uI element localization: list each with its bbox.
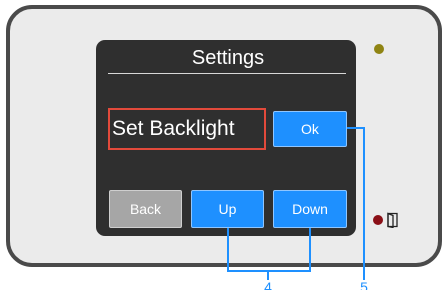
- title-divider: [108, 73, 346, 74]
- back-button[interactable]: Back: [109, 190, 182, 228]
- screen-title: Settings: [191, 47, 265, 69]
- callout-4-label: 4: [264, 279, 272, 290]
- callout-4-leader-up: [227, 228, 229, 272]
- callout-5-leader-vertical: [363, 127, 365, 280]
- set-backlight-field: Set Backlight: [108, 108, 266, 150]
- door-icon: [387, 212, 398, 228]
- callout-4-leader-down: [309, 228, 311, 272]
- status-led-icon: [374, 44, 384, 54]
- up-button[interactable]: Up: [191, 190, 264, 228]
- callout-5-label: 5: [360, 279, 368, 290]
- ok-button[interactable]: Ok: [273, 111, 347, 147]
- alarm-led-icon: [373, 215, 383, 225]
- down-button[interactable]: Down: [273, 190, 347, 228]
- callout-4-leader-bar: [227, 270, 311, 272]
- device-diagram: Settings Set Backlight Ok Back Up Down 4…: [0, 0, 448, 290]
